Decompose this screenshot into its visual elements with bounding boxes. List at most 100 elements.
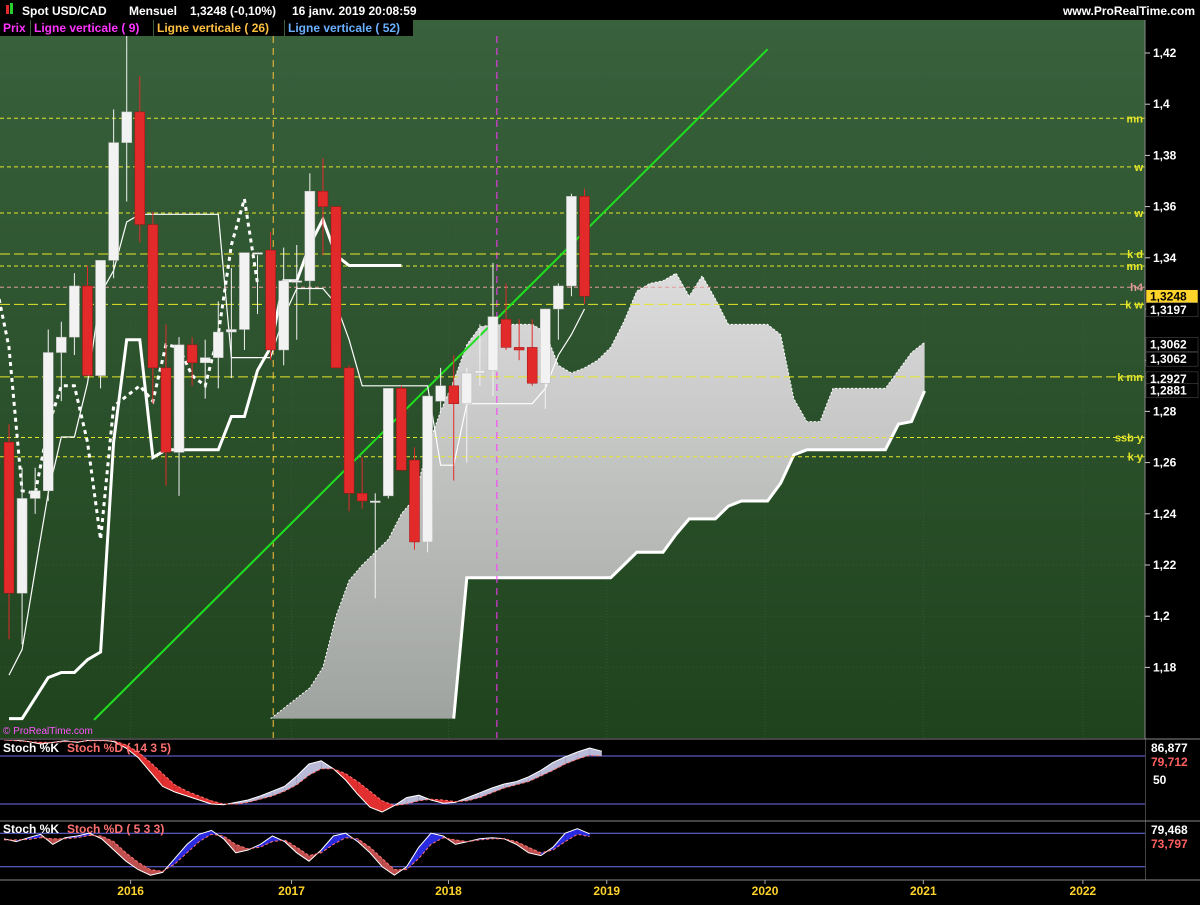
- x-tick-label: 2017: [278, 884, 305, 898]
- instrument-name[interactable]: Spot USD/CAD: [22, 4, 107, 18]
- candle-body: [278, 280, 289, 351]
- stoch2-k-label[interactable]: Stoch %K: [3, 822, 59, 836]
- period-label[interactable]: Mensuel: [129, 4, 177, 18]
- site-link[interactable]: www.ProRealTime.com: [1062, 4, 1195, 18]
- candle-body: [422, 395, 433, 543]
- stoch1-k-label[interactable]: Stoch %K: [3, 741, 59, 755]
- candle-body: [121, 111, 132, 143]
- candle-body: [239, 252, 250, 330]
- x-tick-label: 2016: [117, 884, 144, 898]
- candle-body: [265, 249, 276, 351]
- datetime: 16 janv. 2019 20:08:59: [292, 4, 417, 18]
- level-label: mn: [1127, 261, 1144, 273]
- stoch-y-label: 50: [1153, 773, 1167, 787]
- legend-price[interactable]: Prix: [3, 21, 26, 35]
- level-label: w: [1133, 162, 1143, 174]
- x-tick-label: 2018: [435, 884, 462, 898]
- y-tick-label: 1,36: [1153, 200, 1177, 214]
- candle-body: [540, 308, 551, 384]
- y-tick-label: 1,28: [1153, 404, 1177, 418]
- stoch2-d-label[interactable]: Stoch %D ( 5 3 3): [67, 822, 164, 836]
- stoch-k-value: 86,877: [1151, 741, 1188, 755]
- candle-body: [173, 344, 185, 453]
- candle-body: [304, 190, 316, 282]
- y-tick-label: 1,22: [1153, 558, 1177, 572]
- candle-body: [291, 280, 303, 283]
- candle-body: [108, 142, 119, 261]
- candle-body: [553, 285, 564, 310]
- trading-chart-window: Spot USD/CAD Mensuel 1,3248 (-0,10%) 16 …: [0, 0, 1200, 900]
- legend-v26[interactable]: Ligne verticale ( 26): [157, 21, 269, 35]
- candle-body: [487, 316, 499, 371]
- level-label: h4: [1130, 282, 1144, 294]
- x-tick-label: 2022: [1070, 884, 1097, 898]
- candle-body: [461, 372, 473, 404]
- candle-body: [317, 190, 329, 207]
- y-tick-label: 1,2: [1153, 609, 1170, 623]
- candle-body: [369, 500, 381, 503]
- stoch1-d-label[interactable]: Stoch %D ( 14 3 5): [67, 741, 171, 755]
- candle-body: [56, 336, 67, 353]
- stoch-d-value: 79,712: [1151, 755, 1188, 769]
- stoch-k-value: 79,468: [1151, 823, 1188, 837]
- candle-body: [435, 385, 446, 402]
- y-tick-label: 1,24: [1153, 507, 1177, 521]
- candle-body: [226, 329, 237, 333]
- x-tick-label: 2019: [593, 884, 620, 898]
- price-badge-label: 1,2881: [1150, 384, 1187, 398]
- x-tick-label: 2021: [910, 884, 937, 898]
- candle-body: [500, 318, 512, 348]
- last-price: 1,3248 (-0,10%): [190, 4, 276, 18]
- candle-body: [448, 385, 459, 404]
- candle-body: [513, 347, 525, 351]
- legend-v9[interactable]: Ligne verticale ( 9): [34, 21, 139, 35]
- candle-body: [82, 285, 93, 376]
- chart-canvas[interactable]: Spot USD/CAD Mensuel 1,3248 (-0,10%) 16 …: [0, 0, 1200, 900]
- y-tick-label: 1,4: [1153, 97, 1170, 111]
- stoch-panel-1: [0, 739, 1145, 821]
- candle-body: [396, 388, 407, 471]
- candle-body: [409, 459, 420, 543]
- candle-body: [213, 331, 224, 358]
- candle-body: [199, 357, 211, 364]
- y-tick-label: 1,26: [1153, 456, 1177, 470]
- candle-body: [356, 493, 368, 502]
- candle-body: [343, 367, 355, 494]
- candle-body: [186, 344, 198, 364]
- price-badge-label: 1,3197: [1150, 303, 1187, 317]
- price-badge-label: 1,3062: [1150, 337, 1187, 351]
- candle-body: [330, 206, 342, 369]
- x-tick-label: 2020: [752, 884, 779, 898]
- indicator-legend: Prix Ligne verticale ( 9) Ligne vertical…: [0, 20, 413, 36]
- candle-body: [252, 252, 263, 255]
- y-tick-label: 1,18: [1153, 660, 1177, 674]
- candle-body: [526, 347, 538, 384]
- instrument-icon-bar: [10, 3, 13, 14]
- stoch-panel-2: [0, 821, 1145, 880]
- instrument-icon: [6, 5, 9, 14]
- candle-body: [383, 388, 394, 497]
- level-label: k mn: [1117, 372, 1143, 384]
- header-bar: [0, 0, 1200, 20]
- level-label: ssb y: [1115, 433, 1144, 445]
- candle-body: [16, 498, 28, 594]
- candle-body: [474, 370, 486, 374]
- legend-v52[interactable]: Ligne verticale ( 52): [288, 21, 400, 35]
- candle-body: [29, 490, 41, 499]
- watermark: © ProRealTime.com: [3, 726, 93, 737]
- candle-body: [42, 352, 54, 492]
- candle-body: [160, 367, 172, 453]
- level-label: k d: [1127, 249, 1143, 261]
- candle-body: [69, 285, 80, 338]
- candle-body: [134, 111, 146, 225]
- level-label: k y: [1128, 452, 1144, 464]
- level-label: mn: [1127, 113, 1144, 125]
- candle-body: [3, 441, 15, 594]
- stoch-d-value: 73,797: [1151, 837, 1188, 851]
- candle-body: [95, 260, 106, 376]
- y-tick-label: 1,42: [1153, 46, 1177, 60]
- candle-body: [147, 224, 159, 369]
- candle-body: [566, 196, 577, 287]
- price-badge-label: 1,3062: [1150, 352, 1187, 366]
- level-label: w: [1133, 208, 1143, 220]
